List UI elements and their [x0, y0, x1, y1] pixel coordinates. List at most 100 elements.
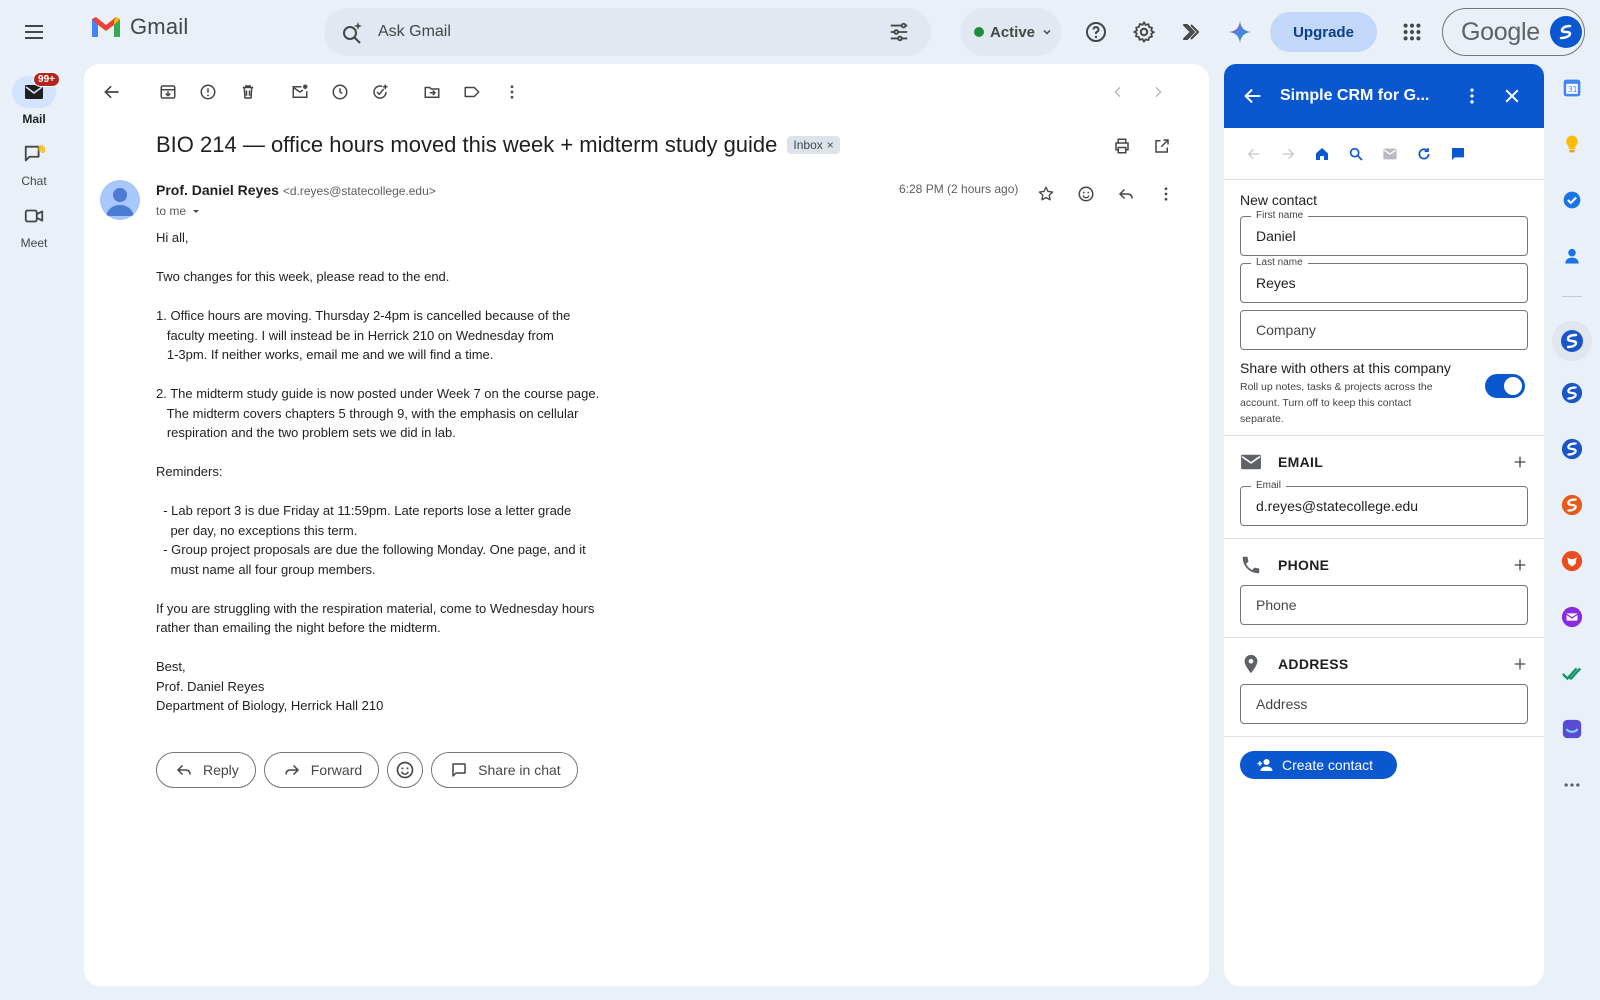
addon-6-button[interactable]	[1556, 601, 1588, 633]
addon-4-button[interactable]	[1556, 489, 1588, 521]
create-contact-button[interactable]: Create contact	[1240, 751, 1397, 779]
add-phone-icon[interactable]	[1512, 557, 1528, 573]
simple-crm-addon-button[interactable]	[1552, 321, 1592, 361]
search-options-button[interactable]	[879, 12, 919, 52]
create-contact-label: Create contact	[1282, 757, 1374, 773]
report-spam-button[interactable]	[188, 72, 228, 112]
search-icon[interactable]	[1348, 146, 1364, 162]
star-button[interactable]	[1026, 174, 1066, 214]
print-button[interactable]	[1102, 126, 1142, 166]
nav-forward-icon[interactable]	[1280, 146, 1296, 162]
sparkle-search-icon	[343, 22, 362, 44]
addon-7-button[interactable]	[1556, 657, 1588, 689]
forward-button[interactable]: Forward	[263, 752, 380, 788]
home-icon[interactable]	[1314, 146, 1330, 162]
sender-name[interactable]: Prof. Daniel Reyes	[156, 182, 279, 198]
new-contact-form: New contact First name Daniel Last name …	[1224, 192, 1544, 427]
more-actions-button[interactable]	[492, 72, 532, 112]
contacts-app-button[interactable]	[1556, 240, 1588, 272]
first-name-field[interactable]: First name Daniel	[1240, 210, 1528, 256]
newer-button[interactable]	[1098, 72, 1138, 112]
calendar-app-button[interactable]: 31	[1556, 72, 1588, 104]
addon-2-button[interactable]	[1556, 377, 1588, 409]
archive-icon	[160, 85, 176, 99]
body-line	[156, 443, 756, 463]
more-vert-icon	[1164, 187, 1168, 201]
address-section-title: ADDRESS	[1278, 656, 1349, 672]
addon-3-button[interactable]	[1556, 433, 1588, 465]
more-addons-button[interactable]	[1556, 769, 1588, 801]
addon-5-button[interactable]	[1556, 545, 1588, 577]
crm-header: Simple CRM for G...	[1224, 64, 1544, 128]
search-bar[interactable]	[324, 8, 931, 56]
settings-button[interactable]	[1124, 12, 1164, 52]
crm-close-button[interactable]	[1492, 76, 1532, 116]
upgrade-button[interactable]: Upgrade	[1270, 12, 1377, 52]
address-field[interactable]: Address	[1240, 684, 1528, 724]
inbox-label-chip[interactable]: Inbox ×	[787, 136, 840, 154]
last-name-field[interactable]: Last name Reyes	[1240, 257, 1528, 303]
location-pin-icon	[1244, 654, 1258, 674]
tasks-app-button[interactable]	[1556, 184, 1588, 216]
nav-back-icon[interactable]	[1246, 146, 1262, 162]
add-task-icon	[373, 84, 388, 99]
form-heading: New contact	[1240, 192, 1318, 208]
labels-button[interactable]	[452, 72, 492, 112]
addon-8-button[interactable]	[1556, 713, 1588, 745]
share-in-chat-button[interactable]: Share in chat	[431, 752, 578, 788]
account-button[interactable]: Google	[1442, 8, 1585, 56]
emoji-react-button[interactable]	[387, 752, 424, 788]
gemini-button[interactable]	[1220, 12, 1260, 52]
person-icon	[106, 188, 134, 216]
first-name-label: First name	[1251, 210, 1309, 221]
close-icon	[1505, 89, 1519, 103]
snooze-button[interactable]	[320, 72, 360, 112]
react-button[interactable]	[1066, 174, 1106, 214]
rail-item-meet[interactable]: Meet	[0, 200, 68, 250]
more-horiz-icon	[1564, 783, 1580, 787]
arrow-back-icon[interactable]	[1242, 85, 1264, 107]
move-to-button[interactable]	[412, 72, 452, 112]
archive-button[interactable]	[148, 72, 188, 112]
quick-reply-button[interactable]	[1106, 174, 1146, 214]
support-button[interactable]	[1076, 12, 1116, 52]
remove-label-icon[interactable]: ×	[827, 138, 834, 152]
keep-app-button[interactable]	[1556, 128, 1588, 160]
open-new-window-button[interactable]	[1142, 126, 1182, 166]
reply-button[interactable]: Reply	[156, 752, 256, 788]
fox-addon-icon	[1561, 550, 1583, 572]
back-button[interactable]	[92, 72, 132, 112]
help-icon	[1086, 22, 1106, 42]
add-task-button[interactable]	[360, 72, 400, 112]
email-icon[interactable]	[1382, 146, 1398, 162]
search-input[interactable]	[378, 23, 879, 41]
email-field[interactable]: Email d.reyes@statecollege.edu	[1240, 480, 1528, 526]
company-field[interactable]: Company	[1240, 310, 1528, 350]
gmail-logo[interactable]: Gmail	[90, 14, 188, 40]
message-more-button[interactable]	[1146, 174, 1186, 214]
rail-item-mail[interactable]: 99+ Mail	[0, 72, 68, 126]
rail-item-chat[interactable]: 👋 Chat	[0, 138, 68, 188]
refresh-icon[interactable]	[1416, 146, 1432, 162]
left-nav-rail: 99+ Mail 👋 Chat Meet	[0, 72, 68, 262]
status-selector[interactable]: Active	[960, 8, 1061, 56]
body-line: - Lab report 3 is due Friday at 11:59pm.…	[156, 503, 572, 518]
older-button[interactable]	[1138, 72, 1178, 112]
recipient-details[interactable]: to me	[156, 204, 202, 218]
main-menu-button[interactable]	[14, 12, 54, 52]
sender-avatar[interactable]	[100, 180, 140, 220]
share-toggle[interactable]	[1484, 374, 1525, 398]
address-placeholder: Address	[1256, 696, 1308, 712]
add-address-icon[interactable]	[1512, 656, 1528, 672]
add-email-icon[interactable]	[1512, 454, 1528, 470]
apps-button[interactable]	[1392, 12, 1432, 52]
mark-unread-icon	[292, 84, 308, 98]
mark-unread-button[interactable]	[280, 72, 320, 112]
phone-field[interactable]: Phone	[1240, 585, 1528, 625]
delete-button[interactable]	[228, 72, 268, 112]
feedback-icon[interactable]	[1450, 146, 1466, 162]
crm-menu-button[interactable]	[1452, 76, 1492, 116]
gemini-tools-button[interactable]	[1172, 12, 1212, 52]
body-line	[156, 248, 756, 268]
rail-label-meet: Meet	[20, 236, 48, 250]
